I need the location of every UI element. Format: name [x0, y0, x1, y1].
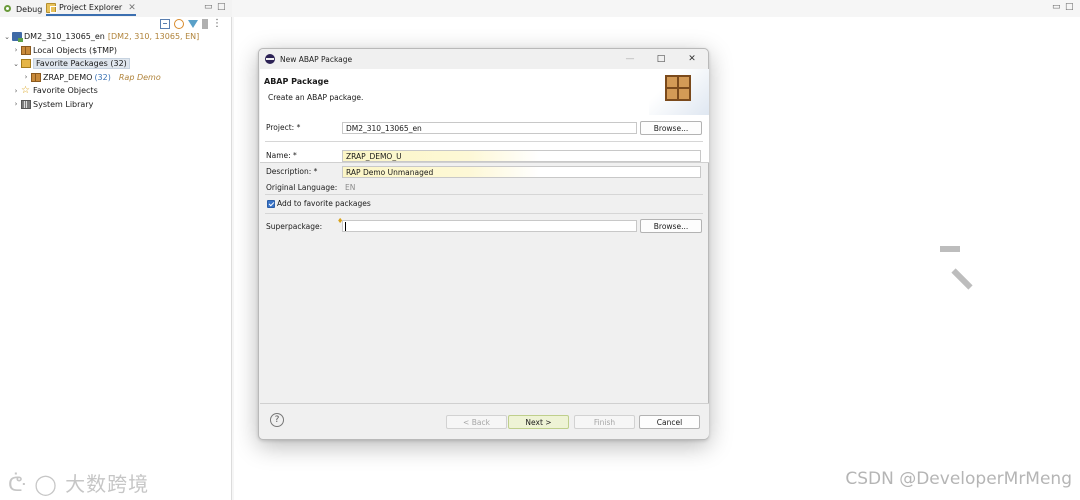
project-field[interactable]: DM2_310_13065_en: [342, 122, 637, 134]
collapsed-chevron-icon[interactable]: ›: [12, 87, 20, 95]
name-label: Name: *: [266, 151, 297, 160]
close-icon[interactable]: ✕: [128, 3, 136, 13]
watermark-left-text: 大数跨境: [65, 472, 150, 496]
maximize-icon[interactable]: □: [654, 53, 668, 65]
collapsed-chevron-icon[interactable]: ›: [22, 73, 30, 81]
link-with-editor-icon[interactable]: [174, 19, 184, 29]
abap-project-icon: [12, 32, 23, 43]
filter-icon[interactable]: [188, 20, 198, 28]
superpackage-label: Superpackage:: [266, 222, 323, 231]
minimize-icon[interactable]: ▭: [204, 2, 213, 12]
add-to-favorites-label[interactable]: Add to favorite packages: [277, 199, 371, 208]
dialog-titlebar: New ABAP Package — □ ✕: [259, 49, 708, 69]
watermark-right: CSDN @DeveloperMrMeng: [845, 469, 1072, 489]
minimize-icon[interactable]: ▭: [1052, 2, 1061, 12]
view-tabbar: Debug Project Explorer ✕ ▭ □: [0, 0, 232, 17]
tab-debug-label: Debug: [16, 4, 43, 14]
expanded-chevron-icon[interactable]: ⌄: [3, 33, 11, 41]
star-icon: ☆: [21, 85, 30, 97]
project-explorer-panel: Debug Project Explorer ✕ ▭ □ ⋮ ⌄ DM2_310…: [0, 0, 232, 500]
favorite-package-icon: [21, 59, 31, 69]
tree-label: Favorite Packages (32): [33, 58, 130, 70]
watermark-logo-icon: ᕩ ◯: [8, 472, 58, 496]
separator: [265, 213, 703, 214]
separator: [265, 194, 703, 195]
tree-item-zrap-demo[interactable]: › ZRAP_DEMO (32) Rap Demo: [0, 71, 232, 85]
watermark-left: ᕩ ◯ 大数跨境: [8, 468, 149, 497]
name-field[interactable]: ZRAP_DEMO_U: [342, 150, 701, 162]
editor-tabbar: ▭ □: [234, 0, 1080, 17]
tree-item-favorite-packages[interactable]: ⌄ Favorite Packages (32): [0, 57, 232, 71]
original-language-value: EN: [345, 183, 356, 192]
add-to-favorites-checkbox[interactable]: [267, 200, 275, 208]
description-field[interactable]: RAP Demo Unmanaged: [342, 166, 701, 178]
project-browse-button[interactable]: Browse...: [640, 121, 702, 135]
next-button[interactable]: Next >: [508, 415, 569, 429]
tree-item-favorite-objects[interactable]: › ☆ Favorite Objects: [0, 84, 232, 98]
text-caret: [345, 222, 346, 231]
new-abap-package-dialog: New ABAP Package — □ ✕ ABAP Package Crea…: [258, 48, 709, 440]
finish-button[interactable]: Finish: [574, 415, 635, 429]
wizard-description: Create an ABAP package.: [268, 93, 364, 102]
collapsed-chevron-icon[interactable]: ›: [12, 46, 20, 54]
tab-project-explorer-label: Project Explorer: [59, 3, 123, 12]
debug-icon: [3, 4, 13, 14]
dialog-title: New ABAP Package: [280, 54, 353, 64]
project-detail: [DM2, 310, 13065, EN]: [107, 32, 200, 42]
project-tree: ⌄ DM2_310_13065_en [DM2, 310, 13065, EN]…: [0, 30, 232, 111]
back-button[interactable]: < Back: [446, 415, 507, 429]
tree-label: System Library: [33, 99, 94, 109]
cancel-button[interactable]: Cancel: [639, 415, 700, 429]
tab-debug[interactable]: Debug: [3, 2, 42, 16]
superpackage-browse-button[interactable]: Browse...: [640, 219, 702, 233]
maximize-icon[interactable]: □: [217, 2, 226, 12]
eclipse-icon: [265, 54, 275, 64]
local-package-icon: [21, 45, 31, 55]
help-icon[interactable]: ?: [270, 413, 284, 427]
close-icon[interactable]: ✕: [685, 53, 699, 65]
background-logo-fragment: [940, 246, 973, 306]
description-label: Description: *: [266, 167, 318, 176]
explorer-toolbar: ⋮: [160, 18, 222, 30]
tree-label: Favorite Objects: [33, 86, 98, 96]
package-wizard-icon: [665, 75, 691, 101]
separator: [265, 141, 703, 142]
tree-item-project[interactable]: ⌄ DM2_310_13065_en [DM2, 310, 13065, EN]: [0, 30, 232, 44]
minimize-icon[interactable]: —: [623, 53, 637, 65]
wizard-banner: [649, 69, 709, 115]
collapsed-chevron-icon[interactable]: ›: [12, 100, 20, 108]
project-label: Project: *: [266, 123, 301, 132]
tree-label: Local Objects ($TMP): [33, 45, 117, 55]
original-language-label: Original Language:: [266, 183, 338, 192]
more-options-icon[interactable]: ⋮: [212, 19, 222, 29]
project-explorer-icon: [46, 2, 57, 13]
tab-project-explorer[interactable]: Project Explorer ✕: [46, 2, 136, 16]
maximize-icon[interactable]: □: [1065, 2, 1074, 12]
wizard-title: ABAP Package: [264, 77, 329, 86]
superpackage-field[interactable]: [342, 220, 637, 232]
package-description: Rap Demo: [118, 72, 161, 82]
library-icon: [21, 99, 31, 109]
dialog-footer: ? < Back Next > Finish Cancel: [260, 403, 709, 439]
view-menu-icon[interactable]: [202, 19, 208, 29]
package-name: ZRAP_DEMO: [43, 72, 93, 82]
tree-item-local-objects[interactable]: › Local Objects ($TMP): [0, 44, 232, 58]
wizard-header: ABAP Package Create an ABAP package.: [260, 69, 709, 163]
tree-item-system-library[interactable]: › System Library: [0, 98, 232, 112]
package-count: (32): [94, 72, 111, 82]
expanded-chevron-icon[interactable]: ⌄: [12, 60, 20, 68]
project-name: DM2_310_13065_en: [24, 32, 105, 42]
package-icon: [31, 72, 41, 82]
collapse-all-icon[interactable]: [160, 19, 170, 29]
